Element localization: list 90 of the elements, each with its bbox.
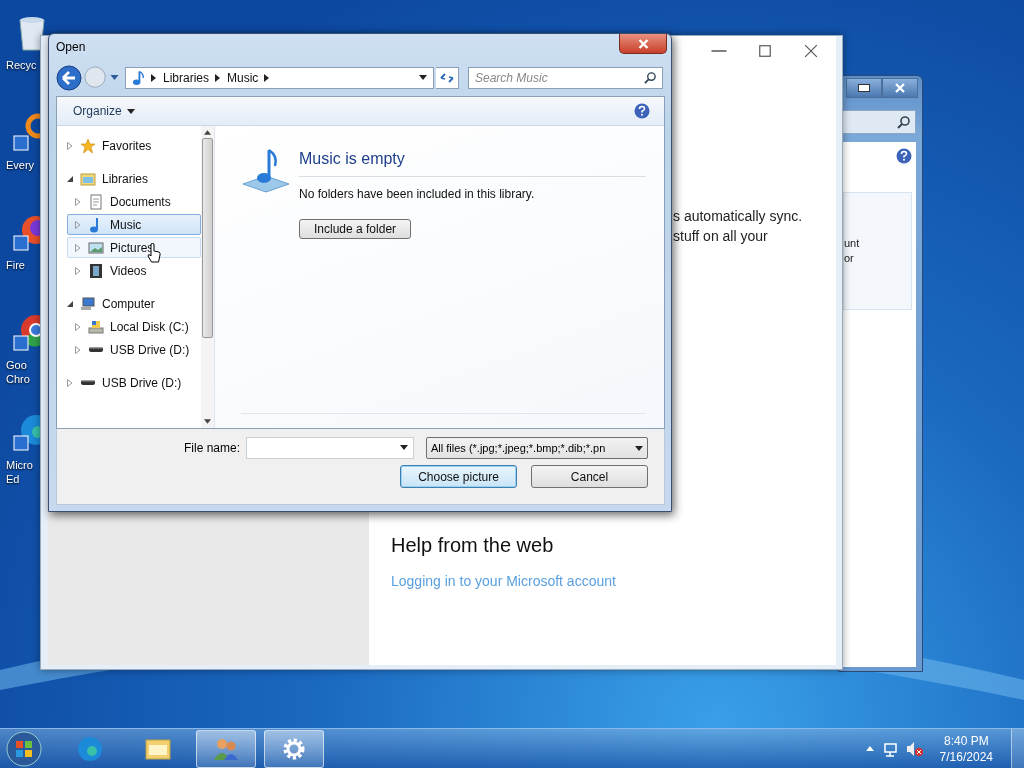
video-icon — [88, 262, 104, 279]
tree-item[interactable]: Videos — [67, 260, 201, 281]
star-icon — [80, 137, 96, 154]
search-field[interactable]: Search Music — [468, 67, 663, 89]
breadcrumb-item[interactable]: Music — [227, 71, 259, 85]
expander-icon[interactable] — [66, 299, 74, 308]
description-text: s automatically sync. — [673, 207, 804, 226]
desktop-icon-label[interactable]: Recyc — [2, 58, 37, 72]
desktop-icon-label[interactable]: Goo — [2, 358, 27, 372]
empty-library-heading: Music is empty — [299, 150, 405, 168]
breadcrumb-arrow-icon[interactable] — [151, 74, 157, 82]
taskbar-button[interactable] — [264, 729, 324, 768]
choose-picture-button[interactable]: Choose picture — [400, 465, 517, 488]
tree-item[interactable]: Music — [67, 214, 201, 235]
taskbar-button[interactable] — [196, 729, 256, 768]
search-icon — [897, 115, 911, 129]
usb-icon — [80, 379, 96, 386]
close-button[interactable] — [619, 34, 667, 54]
description-text: stuff on all your — [673, 227, 769, 246]
breadcrumb-item[interactable]: Libraries — [163, 71, 210, 85]
tree-item[interactable]: Computer — [59, 293, 201, 314]
cancel-button[interactable]: Cancel — [531, 465, 648, 488]
breadcrumb-arrow-icon[interactable] — [215, 74, 222, 82]
section-heading: Help from the web — [391, 534, 555, 557]
dropdown-arrow-icon[interactable] — [419, 75, 427, 81]
info-text: or — [844, 251, 855, 266]
clock-date: 7/16/2024 — [939, 748, 993, 765]
tree-item-label: Libraries — [102, 171, 149, 186]
close-icon — [637, 38, 649, 49]
info-text: unt — [844, 236, 861, 251]
address-bar[interactable]: Libraries Music — [125, 67, 434, 89]
computer-icon — [80, 295, 96, 312]
tree-item-label: Local Disk (C:) — [110, 319, 189, 334]
desktop-icon-label[interactable]: Chro — [2, 372, 30, 386]
empty-library-message: No folders have been included in this library. — [299, 187, 535, 201]
refresh-icon — [439, 71, 455, 85]
desktop-icon-label[interactable]: Every — [2, 158, 35, 172]
expander-icon[interactable] — [66, 174, 74, 183]
tree-item-label: USB Drive (D:) — [110, 342, 190, 357]
close-icon — [895, 83, 905, 93]
tree-item[interactable]: Libraries — [59, 168, 201, 189]
picture-icon — [88, 239, 104, 256]
desktop-icon-label[interactable]: Ed — [2, 472, 20, 486]
tree-item-label: Music — [110, 217, 142, 232]
library-icon — [80, 170, 96, 187]
tree-item[interactable]: USB Drive (D:) — [67, 339, 201, 360]
disk-icon — [88, 318, 104, 335]
file-name-field[interactable] — [246, 437, 414, 459]
clock-time: 8:40 PM — [943, 732, 989, 749]
desktop-icon-label[interactable]: Micro — [2, 458, 33, 472]
clock[interactable]: 8:40 PM 7/16/2024 — [939, 732, 993, 765]
close-button[interactable] — [802, 44, 820, 58]
music-library-icon — [241, 148, 291, 194]
window-title: Open — [56, 40, 86, 54]
close-button[interactable] — [882, 78, 918, 98]
tree-item-label: USB Drive (D:) — [102, 375, 182, 390]
file-name-label: File name: — [183, 441, 240, 455]
scroll-up-icon[interactable] — [204, 130, 211, 135]
back-button[interactable] — [56, 65, 82, 91]
help-icon[interactable] — [634, 103, 650, 119]
tree-item[interactable]: USB Drive (D:) — [59, 372, 201, 393]
tree-item-label: Favorites — [102, 138, 152, 153]
show-desktop-button[interactable] — [1011, 728, 1024, 768]
organize-button[interactable]: Organize — [67, 101, 141, 121]
tree-item-label: Videos — [110, 263, 147, 278]
music-note-icon — [132, 70, 145, 86]
help-icon[interactable] — [896, 148, 912, 164]
document-icon — [88, 193, 104, 210]
start-button[interactable] — [6, 730, 42, 767]
search-icon[interactable] — [644, 71, 657, 84]
caret-icon — [126, 108, 135, 114]
breadcrumb-arrow-icon[interactable] — [264, 74, 271, 82]
network-icon[interactable] — [881, 740, 898, 757]
refresh-button[interactable] — [436, 67, 459, 89]
tree-item[interactable]: Favorites — [59, 135, 201, 156]
tree-item[interactable]: Documents — [67, 191, 201, 212]
dropdown-arrow-icon[interactable] — [400, 445, 408, 450]
include-folder-button[interactable]: Include a folder — [299, 219, 412, 239]
desktop-icon-label[interactable]: Fire — [2, 258, 25, 272]
usb-icon — [88, 346, 104, 353]
tree-item[interactable]: Local Disk (C:) — [67, 316, 201, 337]
show-hidden-icons-button[interactable] — [865, 746, 874, 751]
maximize-button[interactable] — [846, 78, 882, 98]
tree-item-label: Computer — [102, 296, 155, 311]
file-type-dropdown[interactable]: All files (*.jpg;*.jpeg;*.bmp;*.dib;*.pn — [426, 437, 648, 459]
tree-item-label: Documents — [110, 194, 171, 209]
speaker-muted-icon[interactable] — [905, 740, 924, 757]
scroll-down-icon[interactable] — [204, 419, 211, 424]
caret-icon — [635, 445, 643, 451]
scrollbar[interactable] — [201, 126, 214, 428]
